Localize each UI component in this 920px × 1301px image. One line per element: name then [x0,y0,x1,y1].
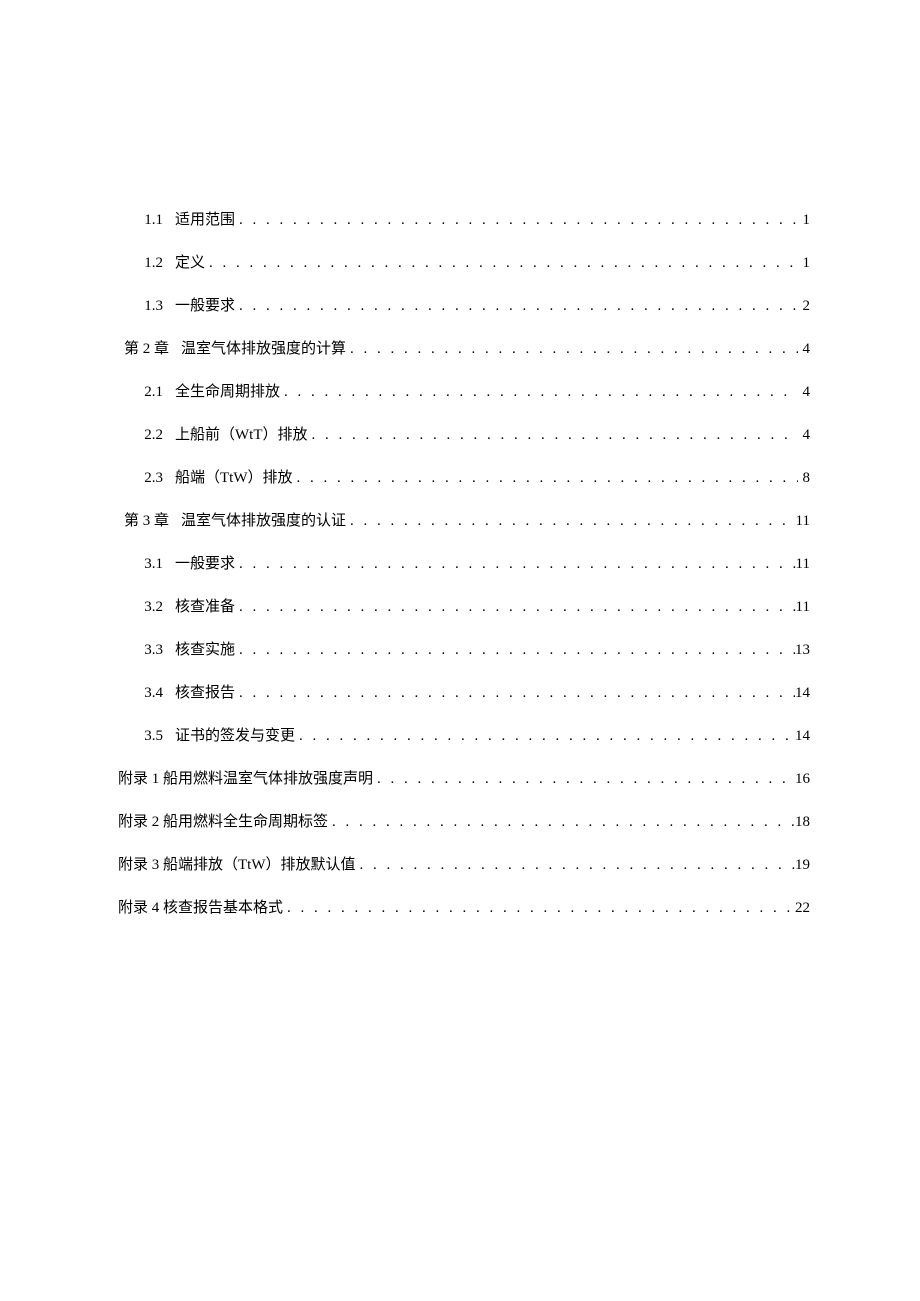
toc-page-number: 19 [795,855,810,876]
toc-entry: 附录 2 船用燃料全生命周期标签. . . . . . . . . . . . … [118,812,810,833]
toc-section-title: 一般要求 [175,554,235,575]
table-of-contents: 1.1适用范围. . . . . . . . . . . . . . . . .… [118,210,810,919]
toc-leader-dots: . . . . . . . . . . . . . . . . . . . . … [235,554,796,575]
toc-section-title: 证书的签发与变更 [175,726,295,747]
toc-page-number: 1 [798,210,810,231]
toc-leader-dots: . . . . . . . . . . . . . . . . . . . . … [356,855,796,876]
toc-section-number: 2.3 [118,468,175,489]
toc-page-number: 8 [798,468,810,489]
toc-section-number: 2.1 [118,382,175,403]
toc-leader-dots: . . . . . . . . . . . . . . . . . . . . … [280,382,798,403]
toc-entry: 附录 1 船用燃料温室气体排放强度声明. . . . . . . . . . .… [118,769,810,790]
toc-section-number: 1.3 [118,296,175,317]
toc-page-number: 4 [798,425,810,446]
toc-section-title: 核查准备 [175,597,235,618]
toc-leader-dots: . . . . . . . . . . . . . . . . . . . . … [295,726,795,747]
toc-page-number: 13 [795,640,810,661]
toc-section-number: 3.5 [118,726,175,747]
toc-chapter-title: 温室气体排放强度的认证 [181,511,346,532]
toc-leader-dots: . . . . . . . . . . . . . . . . . . . . … [235,597,796,618]
toc-section-title: 适用范围 [175,210,235,231]
toc-section-title: 核查报告 [175,683,235,704]
toc-page-number: 2 [798,296,810,317]
toc-page-number: 4 [798,382,810,403]
toc-entry: 第 3 章温室气体排放强度的认证. . . . . . . . . . . . … [118,511,810,532]
toc-entry: 2.3船端（TtW）排放. . . . . . . . . . . . . . … [118,468,810,489]
toc-page-number: 4 [798,339,810,360]
toc-section-title: 全生命周期排放 [175,382,280,403]
toc-chapter-number: 第 2 章 [118,339,181,360]
toc-leader-dots: . . . . . . . . . . . . . . . . . . . . … [235,683,795,704]
toc-page-number: 1 [798,253,810,274]
toc-page-number: 22 [795,898,810,919]
toc-section-number: 3.1 [118,554,175,575]
toc-leader-dots: . . . . . . . . . . . . . . . . . . . . … [308,425,799,446]
toc-leader-dots: . . . . . . . . . . . . . . . . . . . . … [346,511,796,532]
toc-entry: 2.1全生命周期排放. . . . . . . . . . . . . . . … [118,382,810,403]
toc-section-title: 核查实施 [175,640,235,661]
toc-page-number: 14 [795,683,810,704]
toc-leader-dots: . . . . . . . . . . . . . . . . . . . . … [205,253,798,274]
toc-leader-dots: . . . . . . . . . . . . . . . . . . . . … [293,468,799,489]
toc-page-number: 16 [795,769,810,790]
toc-entry: 第 2 章温室气体排放强度的计算. . . . . . . . . . . . … [118,339,810,360]
toc-entry: 附录 3 船端排放（TtW）排放默认值. . . . . . . . . . .… [118,855,810,876]
toc-section-number: 3.2 [118,597,175,618]
toc-section-title: 船端（TtW）排放 [175,468,293,489]
toc-entry: 1.3一般要求. . . . . . . . . . . . . . . . .… [118,296,810,317]
toc-entry: 2.2上船前（WtT）排放. . . . . . . . . . . . . .… [118,425,810,446]
toc-section-number: 3.3 [118,640,175,661]
toc-page-number: 11 [796,511,810,532]
toc-leader-dots: . . . . . . . . . . . . . . . . . . . . … [235,296,798,317]
toc-leader-dots: . . . . . . . . . . . . . . . . . . . . … [328,812,795,833]
toc-section-number: 1.1 [118,210,175,231]
toc-page-number: 11 [796,554,810,575]
toc-leader-dots: . . . . . . . . . . . . . . . . . . . . … [235,640,795,661]
toc-appendix-title: 附录 1 船用燃料温室气体排放强度声明 [118,769,373,790]
toc-page-number: 11 [796,597,810,618]
toc-entry: 3.5证书的签发与变更. . . . . . . . . . . . . . .… [118,726,810,747]
toc-chapter-title: 温室气体排放强度的计算 [181,339,346,360]
toc-page-number: 14 [795,726,810,747]
toc-section-title: 定义 [175,253,205,274]
toc-leader-dots: . . . . . . . . . . . . . . . . . . . . … [283,898,795,919]
toc-section-number: 2.2 [118,425,175,446]
toc-leader-dots: . . . . . . . . . . . . . . . . . . . . … [235,210,798,231]
toc-leader-dots: . . . . . . . . . . . . . . . . . . . . … [373,769,795,790]
toc-entry: 3.4核查报告. . . . . . . . . . . . . . . . .… [118,683,810,704]
toc-appendix-title: 附录 4 核查报告基本格式 [118,898,283,919]
toc-entry: 附录 4 核查报告基本格式. . . . . . . . . . . . . .… [118,898,810,919]
toc-section-number: 1.2 [118,253,175,274]
toc-leader-dots: . . . . . . . . . . . . . . . . . . . . … [346,339,798,360]
toc-chapter-number: 第 3 章 [118,511,181,532]
toc-entry: 3.1一般要求. . . . . . . . . . . . . . . . .… [118,554,810,575]
toc-appendix-title: 附录 2 船用燃料全生命周期标签 [118,812,328,833]
toc-section-title: 上船前（WtT）排放 [175,425,308,446]
toc-appendix-title: 附录 3 船端排放（TtW）排放默认值 [118,855,356,876]
toc-section-title: 一般要求 [175,296,235,317]
toc-section-number: 3.4 [118,683,175,704]
toc-entry: 3.3核查实施. . . . . . . . . . . . . . . . .… [118,640,810,661]
toc-page-number: 18 [795,812,810,833]
toc-entry: 1.1适用范围. . . . . . . . . . . . . . . . .… [118,210,810,231]
toc-entry: 3.2核查准备. . . . . . . . . . . . . . . . .… [118,597,810,618]
toc-entry: 1.2定义. . . . . . . . . . . . . . . . . .… [118,253,810,274]
